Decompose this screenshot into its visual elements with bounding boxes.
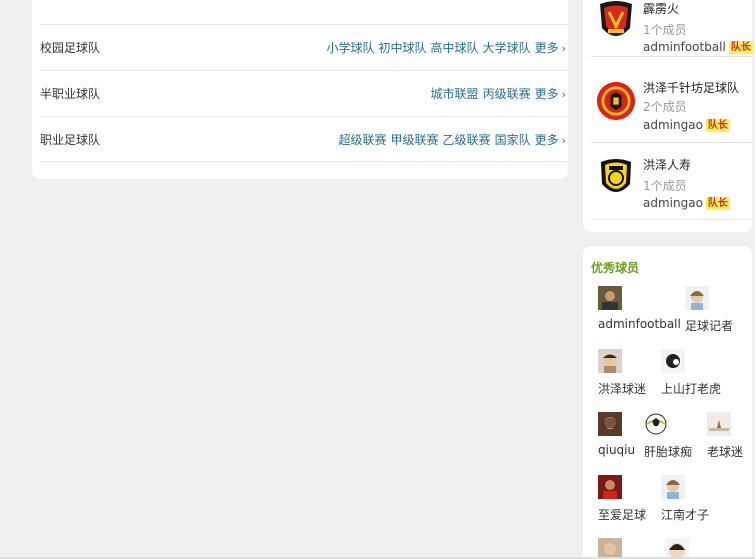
more-link[interactable]: 更多 ›	[535, 131, 566, 148]
owner-name[interactable]: admingao	[643, 196, 703, 210]
player-item[interactable]: 肝胎球痴	[644, 412, 692, 460]
player-avatar[interactable]	[661, 475, 685, 499]
player-item[interactable]: 至爱足球	[598, 475, 646, 523]
owner-name[interactable]: admingao	[643, 118, 703, 132]
player-avatar[interactable]	[598, 286, 622, 310]
category-link[interactable]: 小学球队	[327, 39, 375, 56]
player-avatar[interactable]	[598, 412, 622, 436]
team-members: 2个成员	[643, 100, 687, 114]
player-item[interactable]	[598, 538, 622, 559]
team-item[interactable]: 霹雳火 1个成员 adminfootball 队长	[591, 0, 753, 57]
more-label: 更多	[534, 132, 559, 147]
team-category-panel: 校园足球队 小学球队 初中球队 高中球队 大学球队 更多 › 半职业球队 城市联盟…	[32, 0, 568, 179]
team-name[interactable]: 洪泽人寿	[643, 156, 691, 173]
category-link[interactable]: 高中球队	[431, 39, 479, 56]
captain-badge: 队长	[728, 41, 753, 54]
player-name[interactable]: 至爱足球	[598, 506, 646, 523]
category-name: 半职业球队	[40, 87, 101, 101]
player-avatar[interactable]	[665, 538, 689, 559]
owner-name[interactable]: adminfootball	[643, 40, 726, 54]
team-members: 1个成员	[643, 179, 687, 193]
player-item[interactable]: qiuqiu	[598, 412, 635, 457]
team-item[interactable]: 洪泽人寿 1个成员 admingao 队长	[591, 144, 752, 220]
player-avatar[interactable]	[661, 349, 685, 373]
player-name[interactable]: 江南才子	[661, 506, 709, 523]
teams-panel: 霹雳火 1个成员 adminfootball 队长 洪泽千针坊足球队 2个成员 a…	[583, 0, 753, 232]
player-item[interactable]: adminfootball	[598, 286, 681, 331]
category-link[interactable]: 城市联盟	[431, 85, 479, 102]
player-item[interactable]	[665, 538, 689, 559]
player-avatar[interactable]	[685, 286, 709, 310]
category-links: 城市联盟 丙级联赛 更多 ›	[427, 85, 568, 102]
category-link[interactable]: 初中球队	[379, 39, 427, 56]
player-avatar[interactable]	[598, 538, 622, 559]
player-name[interactable]: 足球记者	[685, 317, 733, 334]
chevron-right-icon: ›	[561, 88, 566, 101]
player-name[interactable]: 肝胎球痴	[644, 443, 692, 460]
category-link[interactable]: 丙级联赛	[483, 85, 531, 102]
more-label: 更多	[534, 41, 559, 55]
player-name[interactable]: qiuqiu	[598, 443, 635, 457]
team-owner: adminfootball 队长	[643, 40, 753, 54]
category-link[interactable]: 国家队	[495, 131, 531, 148]
category-row-pro: 职业足球队 超级联赛 甲级联赛 乙级联赛 国家队 更多 ›	[40, 116, 568, 162]
team-name[interactable]: 霹雳火	[643, 0, 679, 17]
top-players-panel: 优秀球员 adminfootball 足球记者 洪泽球迷 上山打老虎 qiuqi…	[583, 246, 752, 559]
player-name[interactable]: 洪泽球迷	[598, 380, 646, 397]
player-item[interactable]: 江南才子	[661, 475, 709, 523]
team-owner: admingao 队长	[643, 196, 730, 210]
category-name: 职业足球队	[40, 132, 101, 147]
player-name[interactable]: 上山打老虎	[661, 380, 721, 397]
chevron-right-icon: ›	[561, 42, 566, 55]
player-name[interactable]: adminfootball	[598, 317, 681, 331]
category-link[interactable]: 大学球队	[483, 39, 531, 56]
more-link[interactable]: 更多 ›	[535, 85, 566, 102]
category-row-campus: 校园足球队 小学球队 初中球队 高中球队 大学球队 更多 ›	[40, 24, 568, 70]
player-name[interactable]: 老球迷	[707, 443, 743, 460]
team-logo-icon[interactable]	[596, 0, 636, 46]
player-avatar[interactable]	[644, 412, 668, 436]
team-logo-icon[interactable]	[596, 77, 636, 125]
more-label: 更多	[534, 87, 559, 101]
category-links: 小学球队 初中球队 高中球队 大学球队 更多 ›	[323, 39, 568, 56]
category-row-semipro: 半职业球队 城市联盟 丙级联赛 更多 ›	[40, 70, 568, 116]
player-item[interactable]: 洪泽球迷	[598, 349, 646, 397]
chevron-right-icon: ›	[561, 133, 566, 147]
team-item[interactable]: 洪泽千针坊足球队 2个成员 admingao 队长	[591, 76, 752, 143]
team-name[interactable]: 洪泽千针坊足球队	[643, 79, 739, 96]
category-link[interactable]: 甲级联赛	[391, 131, 439, 148]
category-name: 校园足球队	[40, 41, 101, 55]
player-avatar[interactable]	[598, 349, 622, 373]
more-link[interactable]: 更多 ›	[535, 39, 566, 56]
player-item[interactable]: 老球迷	[707, 412, 743, 460]
category-link[interactable]: 超级联赛	[339, 131, 387, 148]
player-item[interactable]: 足球记者	[685, 286, 733, 334]
category-links: 超级联赛 甲级联赛 乙级联赛 国家队 更多 ›	[335, 131, 568, 148]
captain-badge: 队长	[705, 197, 730, 210]
captain-badge: 队长	[705, 119, 730, 132]
team-owner: admingao 队长	[643, 118, 730, 132]
page: 校园足球队 小学球队 初中球队 高中球队 大学球队 更多 › 半职业球队 城市联盟…	[0, 0, 755, 559]
category-link[interactable]: 乙级联赛	[443, 131, 491, 148]
team-logo-icon[interactable]	[596, 154, 636, 202]
player-avatar[interactable]	[598, 475, 622, 499]
team-members: 1个成员	[643, 23, 687, 37]
player-avatar[interactable]	[707, 412, 731, 436]
player-item[interactable]: 上山打老虎	[661, 349, 721, 397]
players-title: 优秀球员	[591, 261, 640, 275]
